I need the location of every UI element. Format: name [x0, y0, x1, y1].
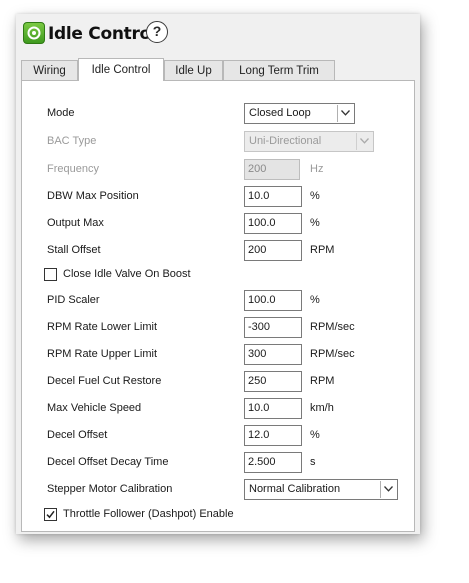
dbw-max-position-unit: %	[310, 190, 320, 202]
frequency-row: Frequency 200 Hz	[22, 159, 416, 181]
bac-type-value: Uni-Directional	[249, 135, 322, 147]
stepper-motor-calibration-select[interactable]: Normal Calibration	[244, 479, 398, 500]
rpm-rate-upper-limit-label: RPM Rate Upper Limit	[47, 348, 158, 360]
tab-wiring[interactable]: Wiring	[21, 60, 78, 80]
pid-scaler-row: PID Scaler 100.0 %	[22, 290, 416, 312]
throttle-follower-checkbox[interactable]	[44, 508, 57, 521]
mode-value: Closed Loop	[249, 107, 311, 119]
rpm-rate-upper-limit-row: RPM Rate Upper Limit 300 RPM/sec	[22, 344, 416, 366]
app-logo-icon	[23, 22, 45, 44]
close-idle-valve-checkbox[interactable]	[44, 268, 57, 281]
tab-idle-up[interactable]: Idle Up	[164, 60, 223, 80]
idle-control-panel: Mode Closed Loop BAC Type Uni-Directiona…	[21, 80, 415, 532]
title-bar: Idle Control ?	[16, 14, 420, 54]
frequency-unit: Hz	[310, 163, 324, 175]
stall-offset-unit: RPM	[310, 244, 335, 256]
check-icon	[46, 510, 55, 519]
chevron-down-icon[interactable]	[337, 105, 353, 122]
decel-offset-row: Decel Offset 12.0 %	[22, 425, 416, 447]
help-icon[interactable]: ?	[146, 21, 168, 43]
decel-offset-decay-time-field[interactable]: 2.500	[244, 452, 302, 473]
max-vehicle-speed-field[interactable]: 10.0	[244, 398, 302, 419]
mode-select[interactable]: Closed Loop	[244, 103, 355, 124]
frequency-label: Frequency	[47, 163, 99, 175]
pid-scaler-unit: %	[310, 294, 320, 306]
bac-type-select[interactable]: Uni-Directional	[244, 131, 374, 152]
tab-long-term-trim[interactable]: Long Term Trim	[223, 60, 335, 80]
close-idle-valve-label[interactable]: Close Idle Valve On Boost	[63, 268, 191, 280]
bac-type-row: BAC Type Uni-Directional	[22, 131, 416, 153]
decel-fuel-cut-restore-field[interactable]: 250	[244, 371, 302, 392]
stall-offset-row: Stall Offset 200 RPM	[22, 240, 416, 262]
output-max-field[interactable]: 100.0	[244, 213, 302, 234]
throttle-follower-label[interactable]: Throttle Follower (Dashpot) Enable	[63, 508, 234, 520]
max-vehicle-speed-row: Max Vehicle Speed 10.0 km/h	[22, 398, 416, 420]
output-max-unit: %	[310, 217, 320, 229]
mode-label: Mode	[47, 107, 75, 119]
frequency-field[interactable]: 200	[244, 159, 300, 180]
decel-offset-decay-time-unit: s	[310, 456, 316, 468]
output-max-label: Output Max	[47, 217, 104, 229]
stall-offset-label: Stall Offset	[47, 244, 101, 256]
rpm-rate-lower-limit-label: RPM Rate Lower Limit	[47, 321, 158, 333]
stepper-motor-calibration-value: Normal Calibration	[249, 483, 341, 495]
stepper-motor-calibration-label: Stepper Motor Calibration	[47, 483, 173, 495]
rpm-rate-lower-limit-unit: RPM/sec	[310, 321, 355, 333]
chevron-down-icon[interactable]	[380, 481, 396, 498]
decel-offset-field[interactable]: 12.0	[244, 425, 302, 446]
mode-row: Mode Closed Loop	[22, 103, 416, 125]
rpm-rate-lower-limit-row: RPM Rate Lower Limit -300 RPM/sec	[22, 317, 416, 339]
tab-idle-control[interactable]: Idle Control	[78, 58, 164, 81]
decel-fuel-cut-restore-row: Decel Fuel Cut Restore 250 RPM	[22, 371, 416, 393]
decel-fuel-cut-restore-label: Decel Fuel Cut Restore	[47, 375, 162, 387]
max-vehicle-speed-unit: km/h	[310, 402, 334, 414]
output-max-row: Output Max 100.0 %	[22, 213, 416, 235]
decel-offset-label: Decel Offset	[47, 429, 108, 441]
dbw-max-position-label: DBW Max Position	[47, 190, 139, 202]
rpm-rate-lower-limit-field[interactable]: -300	[244, 317, 302, 338]
stall-offset-field[interactable]: 200	[244, 240, 302, 261]
decel-fuel-cut-restore-unit: RPM	[310, 375, 335, 387]
pid-scaler-field[interactable]: 100.0	[244, 290, 302, 311]
stepper-motor-calibration-row: Stepper Motor Calibration Normal Calibra…	[22, 479, 416, 501]
throttle-follower-row: Throttle Follower (Dashpot) Enable	[22, 506, 416, 524]
decel-offset-unit: %	[310, 429, 320, 441]
max-vehicle-speed-label: Max Vehicle Speed	[47, 402, 142, 414]
chevron-down-icon[interactable]	[356, 133, 372, 150]
dbw-max-position-field[interactable]: 10.0	[244, 186, 302, 207]
decel-offset-decay-time-label: Decel Offset Decay Time	[47, 456, 169, 468]
rpm-rate-upper-limit-field[interactable]: 300	[244, 344, 302, 365]
rpm-rate-upper-limit-unit: RPM/sec	[310, 348, 355, 360]
close-idle-valve-row: Close Idle Valve On Boost	[22, 266, 416, 284]
idle-control-window: Idle Control ? Wiring Idle Control Idle …	[16, 14, 420, 534]
pid-scaler-label: PID Scaler	[47, 294, 100, 306]
bac-type-label: BAC Type	[47, 135, 97, 147]
window-title: Idle Control	[48, 24, 157, 44]
dbw-max-position-row: DBW Max Position 10.0 %	[22, 186, 416, 208]
decel-offset-decay-time-row: Decel Offset Decay Time 2.500 s	[22, 452, 416, 474]
